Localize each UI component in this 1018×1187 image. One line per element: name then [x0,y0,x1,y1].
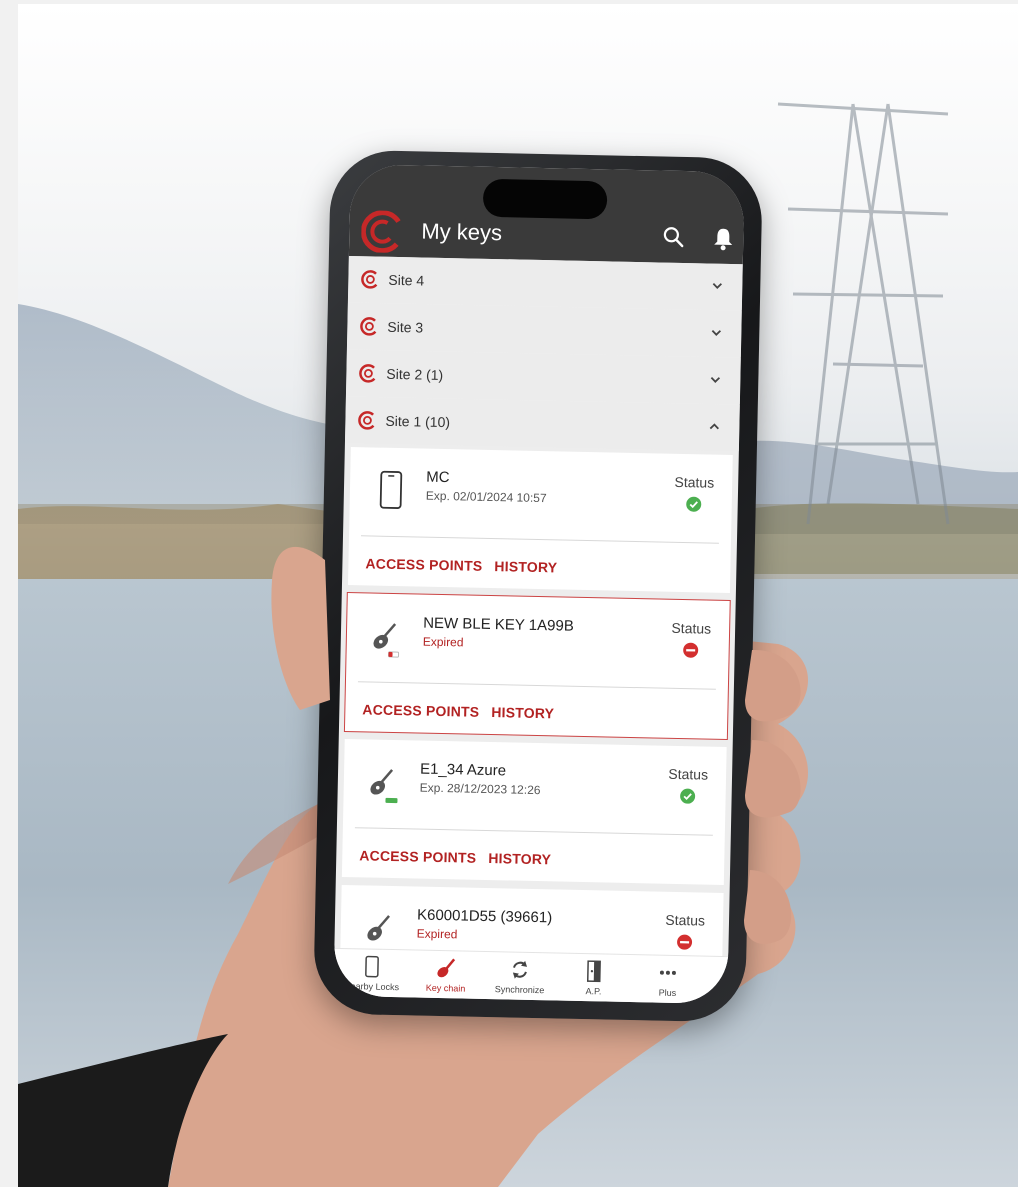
sync-icon [512,960,528,979]
site-row-site-3[interactable]: Site 3 [346,302,742,358]
site-row-site-4[interactable]: Site 4 [347,255,743,311]
key-name: MC [426,468,450,487]
nav-synchronize[interactable]: Synchronize [483,958,556,995]
site-label: Site 2 (1) [386,365,444,383]
check-circle-icon [686,496,702,512]
history-button[interactable]: HISTORY [494,558,557,575]
nav-label: A.P. [585,986,602,997]
access-points-button[interactable]: ACCESS POINTS [359,847,476,865]
key-name: K60001D55 (39661) [416,906,553,927]
status-label: Status [671,619,712,637]
search-icon[interactable] [661,225,685,249]
key-expiry: Expired [416,926,458,942]
phone-icon [365,955,379,978]
chevron-down-icon[interactable] [710,279,724,293]
phone-device: My keys Site 4 Site 3 Site 2 (1) Site 1 … [313,149,763,1023]
chevron-down-icon[interactable] [708,373,722,387]
key-expiry: Exp. 02/01/2024 10:57 [425,488,547,506]
key-name: E1_34 Azure [419,760,507,780]
status-label: Status [668,765,709,783]
status-label: Status [674,473,715,491]
nav-access-points[interactable]: A.P. [557,960,630,997]
site-icon [359,364,378,383]
key-expiry: Exp. 28/12/2023 12:26 [419,780,541,798]
nav-label: Nearby Locks [343,981,400,993]
chevron-down-icon[interactable] [709,326,723,340]
divider [361,535,719,544]
site-row-site-2[interactable]: Site 2 (1) [345,349,741,405]
access-points-button[interactable]: ACCESS POINTS [362,701,479,719]
site-icon [361,270,380,289]
door-icon [586,960,601,983]
phone-icon [379,470,403,509]
nav-label: Plus [658,987,677,998]
bottom-navigation: Nearby Locks Key chain Synchronize A.P. … [333,947,729,1005]
nav-plus[interactable]: Plus [631,961,704,998]
history-button[interactable]: HISTORY [491,704,554,721]
blocked-icon [677,934,693,950]
key-expiry: Expired [422,634,464,650]
key-card-e1-34-azure[interactable]: E1_34 Azure Exp. 28/12/2023 12:26 Status… [341,738,727,885]
site-label: Site 3 [387,318,424,336]
site-row-site-1[interactable]: Site 1 (10) [344,396,740,452]
key-fob-icon [370,769,398,804]
more-icon [659,970,676,975]
history-button[interactable]: HISTORY [488,850,551,867]
dynamic-island [482,178,608,220]
key-card-mc[interactable]: MC Exp. 02/01/2024 10:57 Status ACCESS P… [347,447,733,594]
site-label: Site 1 (10) [385,412,451,431]
chevron-up-icon[interactable] [707,420,721,434]
divider [357,681,716,690]
site-label: Site 4 [388,271,425,289]
site-icon [358,411,377,430]
nav-label: Key chain [425,982,466,994]
status-label: Status [665,911,706,929]
blocked-icon [683,642,699,658]
key-card-new-ble-key[interactable]: NEW BLE KEY 1A99B Expired Status ACCESS … [343,591,731,741]
key-fob-icon [373,623,400,658]
bell-icon[interactable] [711,226,736,252]
nav-key-chain[interactable]: Key chain [409,956,482,994]
site-icon [360,317,379,336]
page-title: My keys [421,218,503,246]
nav-nearby-locks[interactable]: Nearby Locks [335,955,408,993]
app-logo-icon [360,210,404,254]
check-circle-icon [680,788,696,804]
phone-screen: My keys Site 4 Site 3 Site 2 (1) Site 1 … [333,163,745,1005]
divider [354,827,713,836]
key-icon [437,958,456,978]
access-points-button[interactable]: ACCESS POINTS [365,555,482,573]
key-name: NEW BLE KEY 1A99B [423,614,574,635]
key-fob-icon [367,915,391,941]
nav-label: Synchronize [494,984,545,996]
